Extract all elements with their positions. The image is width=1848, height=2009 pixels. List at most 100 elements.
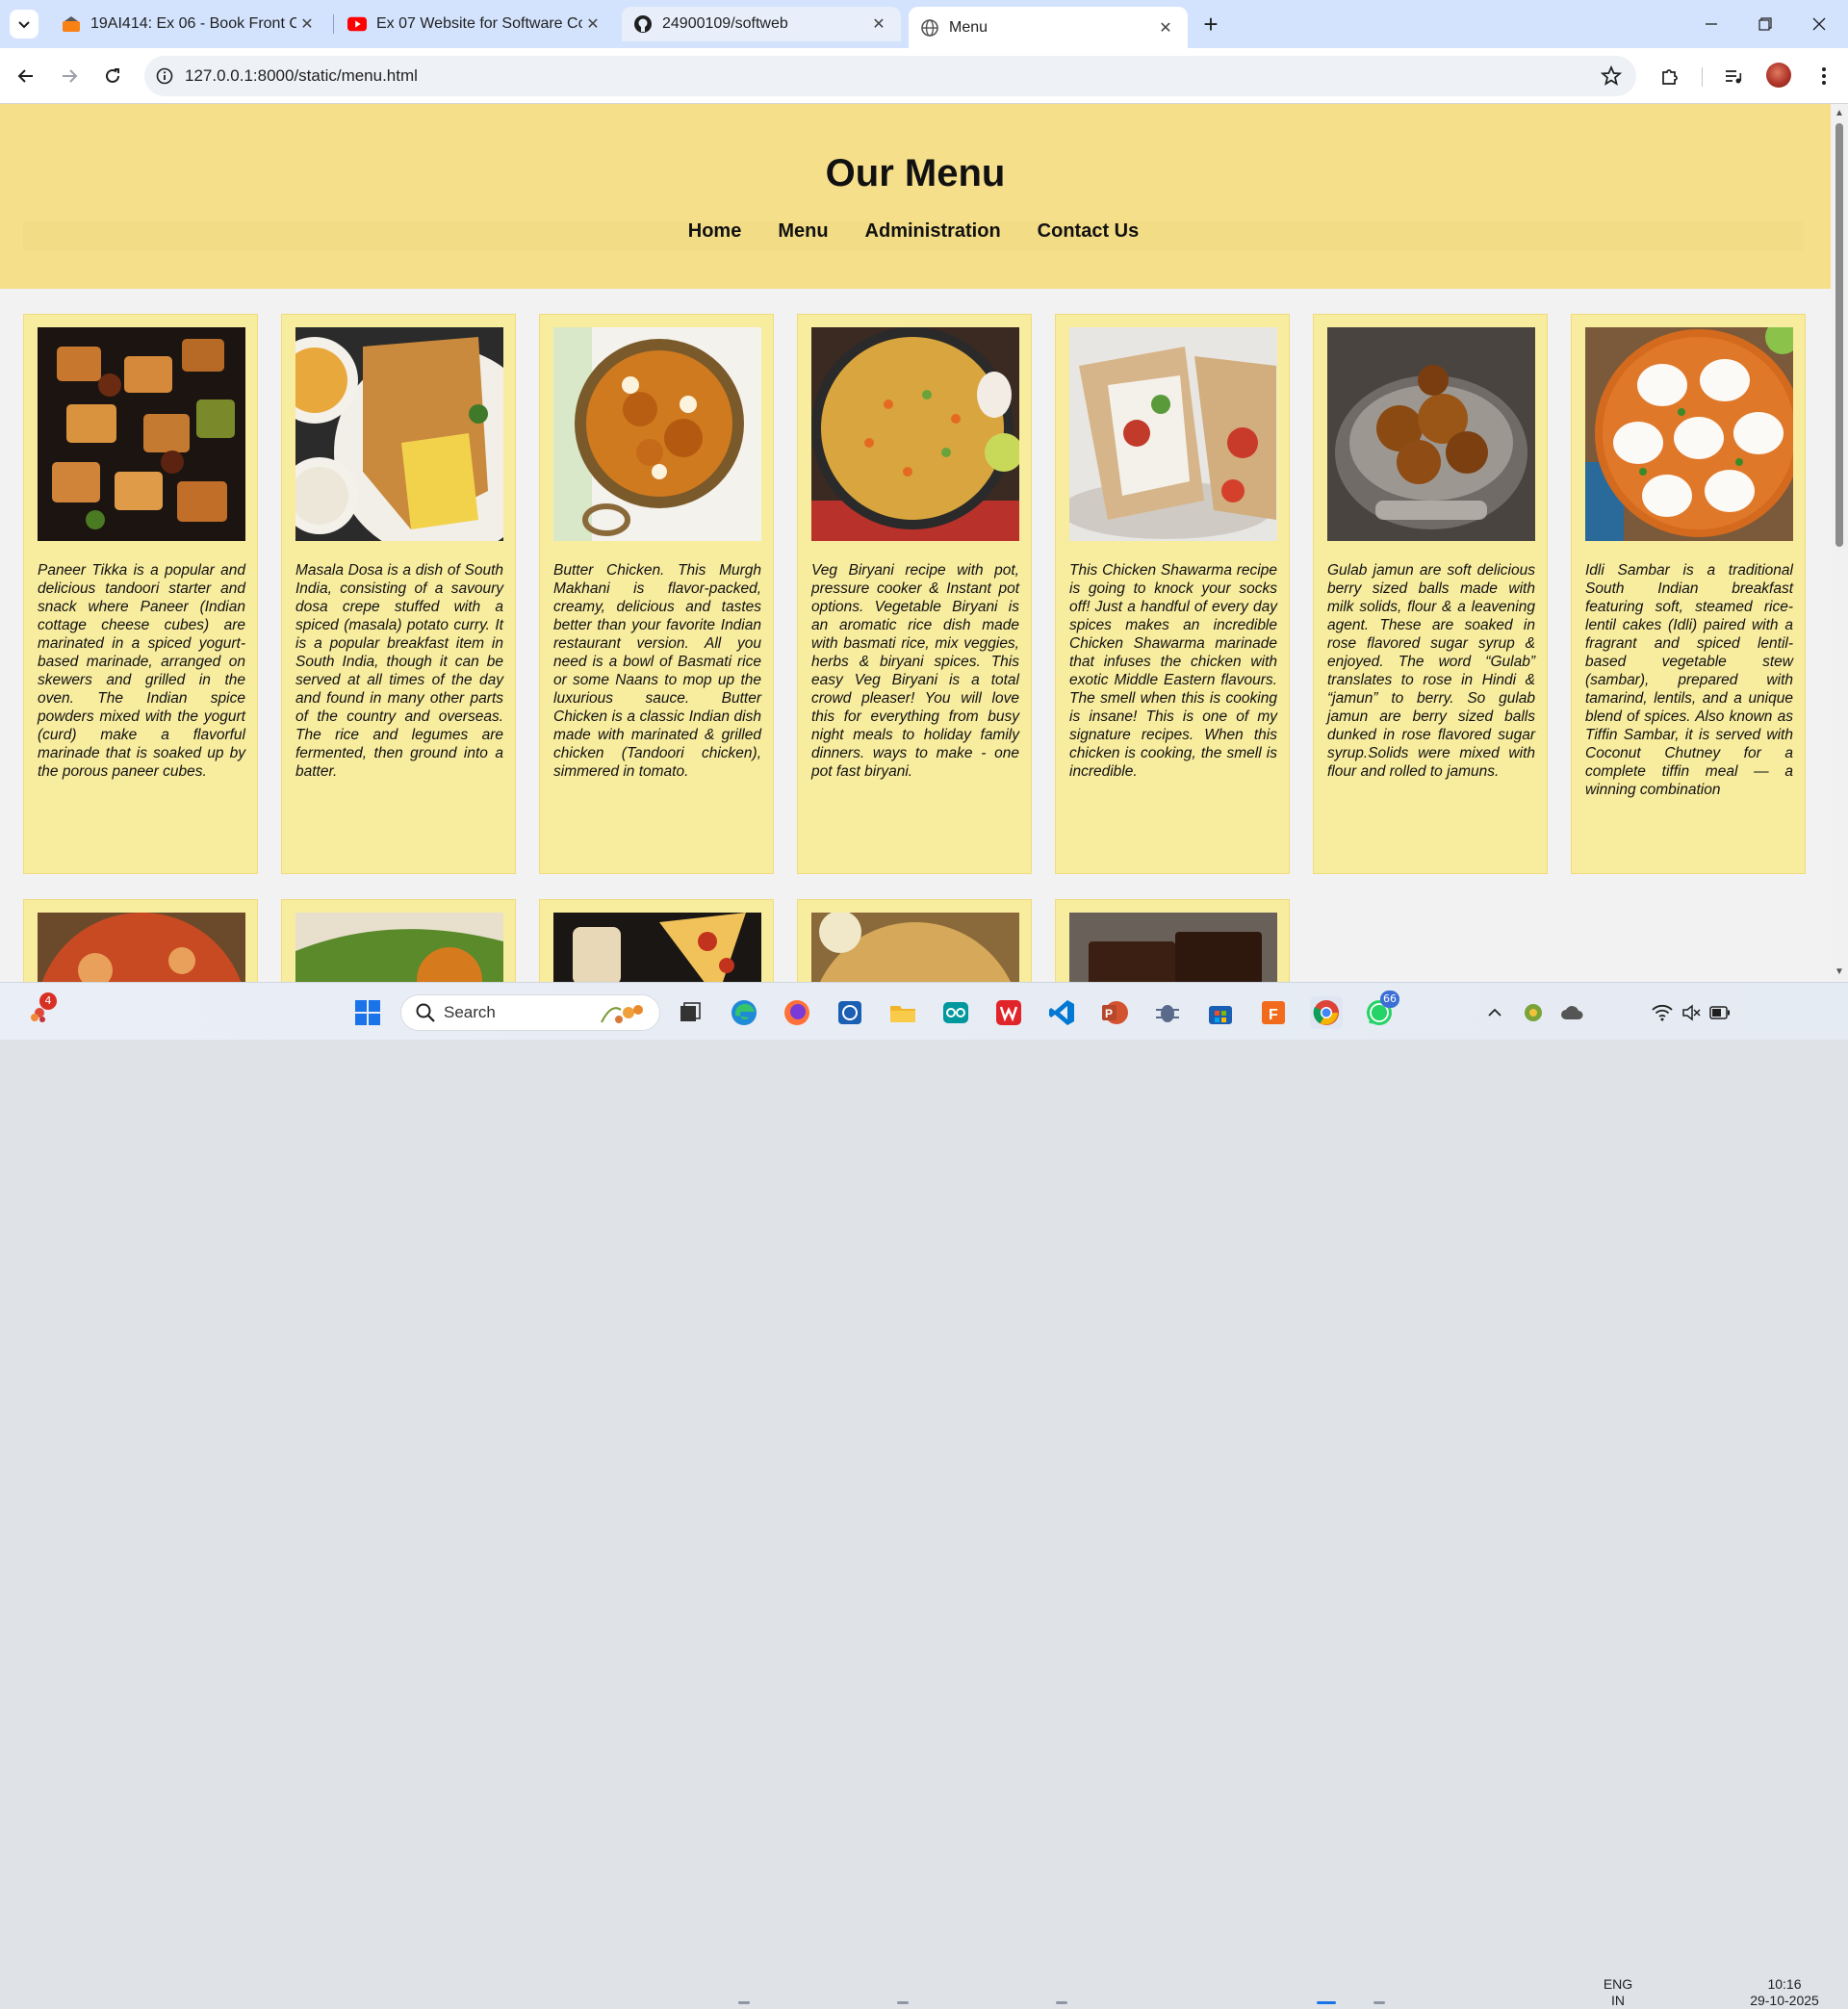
- minimize-icon: [1706, 23, 1717, 25]
- kebab-menu-icon: [1822, 67, 1826, 85]
- menu-card-description: Masala Dosa is a dish of South India, co…: [295, 562, 503, 780]
- menu-card: [23, 899, 258, 982]
- language-code: ENG: [1603, 1976, 1633, 1992]
- scroll-up-arrow-icon[interactable]: ▲: [1834, 108, 1845, 119]
- clock-time: 10:16: [1767, 1976, 1802, 1992]
- scrollbar-thumb[interactable]: [1835, 123, 1843, 547]
- language-indicator[interactable]: ENG IN: [1598, 1976, 1638, 2009]
- taskbar-search-box[interactable]: Search: [400, 994, 660, 1031]
- taskbar-snipping-tool[interactable]: [834, 996, 866, 1029]
- start-button[interactable]: [351, 996, 384, 1029]
- nav-link-menu[interactable]: Menu: [778, 221, 828, 250]
- taskbar-app-f[interactable]: F: [1257, 996, 1290, 1029]
- taskbar-microsoft-store[interactable]: [1204, 996, 1237, 1029]
- page-title: Our Menu: [825, 152, 1006, 194]
- chevron-down-icon: [18, 21, 30, 29]
- explorer-running-indicator: [897, 2001, 909, 2004]
- puzzle-icon: [1662, 69, 1678, 85]
- reload-button[interactable]: [96, 60, 129, 92]
- taskbar-file-explorer[interactable]: [886, 996, 919, 1029]
- site-info-icon[interactable]: [144, 67, 185, 85]
- tab-youtube[interactable]: Ex 07 Website for Software Con ✕: [336, 7, 615, 41]
- taskbar-powerpoint[interactable]: P: [1098, 996, 1131, 1029]
- arrow-left-icon: [17, 69, 33, 83]
- tab-github[interactable]: 24900109/softweb ✕: [622, 7, 901, 41]
- tab-title: 19AI414: Ex 06 - Book Front Co: [90, 15, 296, 32]
- nav-link-contact-us[interactable]: Contact Us: [1038, 221, 1140, 250]
- minimize-button[interactable]: [1692, 8, 1731, 40]
- arrow-right-icon: [63, 69, 78, 83]
- media-control-button[interactable]: [1719, 62, 1748, 90]
- folder-icon: [890, 1006, 915, 1022]
- fish-curry-image: [38, 913, 245, 982]
- battery-icon: [1708, 1006, 1730, 1019]
- new-tab-button[interactable]: +: [1197, 12, 1224, 39]
- profile-avatar[interactable]: [1766, 63, 1791, 88]
- tab-moodle[interactable]: 19AI414: Ex 06 - Book Front Co ✕: [50, 7, 329, 41]
- vscode-icon: [1049, 1000, 1074, 1025]
- clock[interactable]: 10:16 29-10-2025: [1746, 1976, 1823, 2009]
- taskbar-edge[interactable]: [728, 996, 760, 1029]
- close-icon[interactable]: ✕: [868, 13, 889, 35]
- extensions-button[interactable]: [1656, 62, 1684, 90]
- back-button[interactable]: [10, 60, 42, 92]
- menu-card: Idli Sambar is a traditional South India…: [1571, 314, 1806, 874]
- show-hidden-icons-button[interactable]: [1478, 996, 1511, 1029]
- menu-card-description: This Chicken Shawarma recipe is going to…: [1069, 562, 1277, 780]
- restore-button[interactable]: [1746, 8, 1784, 40]
- tab-search-button[interactable]: [10, 10, 38, 39]
- svg-text:P: P: [1105, 1007, 1113, 1020]
- paneer-tikka-image: [38, 327, 245, 541]
- browser-toolbar: 127.0.0.1:8000/static/menu.html: [0, 48, 1848, 104]
- page-scrollbar[interactable]: ▲ ▼: [1831, 104, 1848, 982]
- menu-card: This Chicken Shawarma recipe is going to…: [1055, 314, 1290, 874]
- taskbar-wps[interactable]: [992, 996, 1025, 1029]
- chevron-up-icon: [1488, 1008, 1502, 1017]
- chicken-shawarma-image: [1069, 327, 1277, 541]
- chrome-active-indicator: [1317, 2001, 1336, 2004]
- idli-sambar-image: [1585, 327, 1793, 541]
- fusion-app-icon: F: [1262, 1001, 1285, 1024]
- taskbar-arduino[interactable]: [939, 996, 972, 1029]
- quick-settings-button[interactable]: [1648, 996, 1734, 1029]
- wps-office-icon: [996, 1000, 1021, 1025]
- taskbar-app-bug[interactable]: [1151, 996, 1184, 1029]
- biryani-image: [811, 913, 1019, 982]
- browser-menu-button[interactable]: [1810, 62, 1838, 90]
- scroll-down-arrow-icon[interactable]: ▼: [1834, 966, 1845, 978]
- url-text[interactable]: 127.0.0.1:8000/static/menu.html: [185, 66, 418, 86]
- page-viewport: Our Menu Home Menu Administration Contac…: [0, 104, 1848, 982]
- bookmark-star-icon[interactable]: [1600, 64, 1623, 88]
- close-window-button[interactable]: [1800, 8, 1838, 40]
- vscode-running-indicator: [1056, 2001, 1067, 2004]
- whatsapp-running-indicator: [1373, 2001, 1385, 2004]
- windows-logo-icon: [355, 1000, 380, 1025]
- github-icon: [633, 14, 653, 34]
- search-icon: [416, 1003, 435, 1022]
- onedrive-button[interactable]: [1555, 996, 1588, 1029]
- taskbar-vscode[interactable]: [1045, 996, 1078, 1029]
- reload-icon: [106, 68, 119, 83]
- meals-image: [295, 913, 503, 982]
- tab-separator: [333, 14, 334, 34]
- nav-link-home[interactable]: Home: [688, 221, 742, 250]
- taskbar-firefox[interactable]: [781, 996, 813, 1029]
- notification-badge: 4: [39, 992, 57, 1010]
- tray-app-icon[interactable]: [1517, 996, 1550, 1029]
- tab-title: 24900109/softweb: [662, 15, 788, 32]
- tab-menu[interactable]: Menu ✕: [909, 7, 1188, 48]
- taskbar-chrome[interactable]: [1310, 996, 1343, 1029]
- speaker-muted-icon: [1682, 1004, 1701, 1021]
- search-highlight-icon: [601, 1005, 643, 1023]
- close-icon[interactable]: ✕: [296, 13, 318, 35]
- address-bar[interactable]: 127.0.0.1:8000/static/menu.html: [144, 56, 1636, 96]
- close-icon[interactable]: ✕: [582, 13, 603, 35]
- forward-button[interactable]: [53, 60, 86, 92]
- nav-link-administration[interactable]: Administration: [865, 221, 1001, 250]
- gulab-jamun-image: [1327, 327, 1535, 541]
- task-view-button[interactable]: [674, 996, 706, 1029]
- close-icon[interactable]: ✕: [1155, 17, 1176, 39]
- site-nav: Home Menu Administration Contact Us: [23, 221, 1804, 250]
- edge-running-indicator: [738, 2001, 750, 2004]
- bug-icon: [1156, 1005, 1179, 1022]
